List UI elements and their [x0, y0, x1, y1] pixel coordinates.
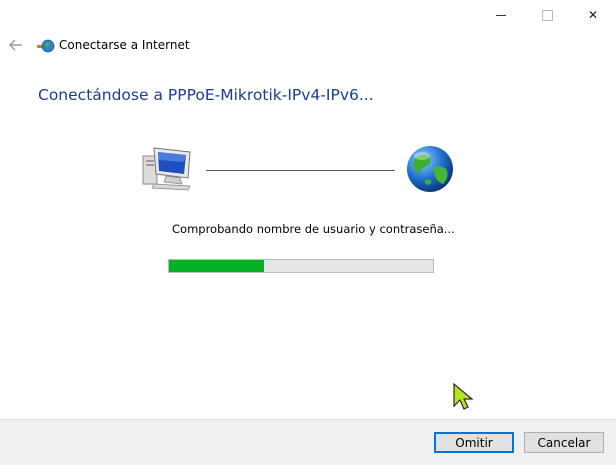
- network-globe-icon: [37, 38, 55, 54]
- nav-row: Conectarse a Internet: [0, 32, 616, 60]
- button-footer: Omitir Cancelar: [0, 419, 616, 465]
- cancel-button[interactable]: Cancelar: [524, 432, 604, 453]
- mouse-cursor-icon: [452, 382, 476, 412]
- maximize-button[interactable]: [524, 0, 570, 30]
- back-arrow-icon[interactable]: [8, 35, 24, 55]
- computer-icon: [140, 144, 196, 192]
- title-bar: ✕: [0, 0, 616, 30]
- progress-bar: [168, 259, 434, 273]
- maximize-icon: [541, 9, 553, 21]
- progress-fill: [169, 260, 264, 272]
- status-text: Comprobando nombre de usuario y contrase…: [172, 222, 455, 236]
- close-button[interactable]: ✕: [570, 0, 616, 30]
- close-icon: ✕: [587, 8, 599, 22]
- dialog-window: ✕ Conectarse a Internet Conectándose a P…: [0, 0, 616, 465]
- page-title: Conectándose a PPPoE-Mikrotik-IPv4-IPv6.…: [38, 86, 374, 104]
- minimize-button[interactable]: [478, 0, 524, 30]
- skip-button[interactable]: Omitir: [434, 432, 514, 453]
- connection-line: [206, 170, 395, 171]
- window-title: Conectarse a Internet: [59, 38, 190, 52]
- globe-icon: [405, 144, 455, 194]
- minimize-icon: [496, 14, 506, 16]
